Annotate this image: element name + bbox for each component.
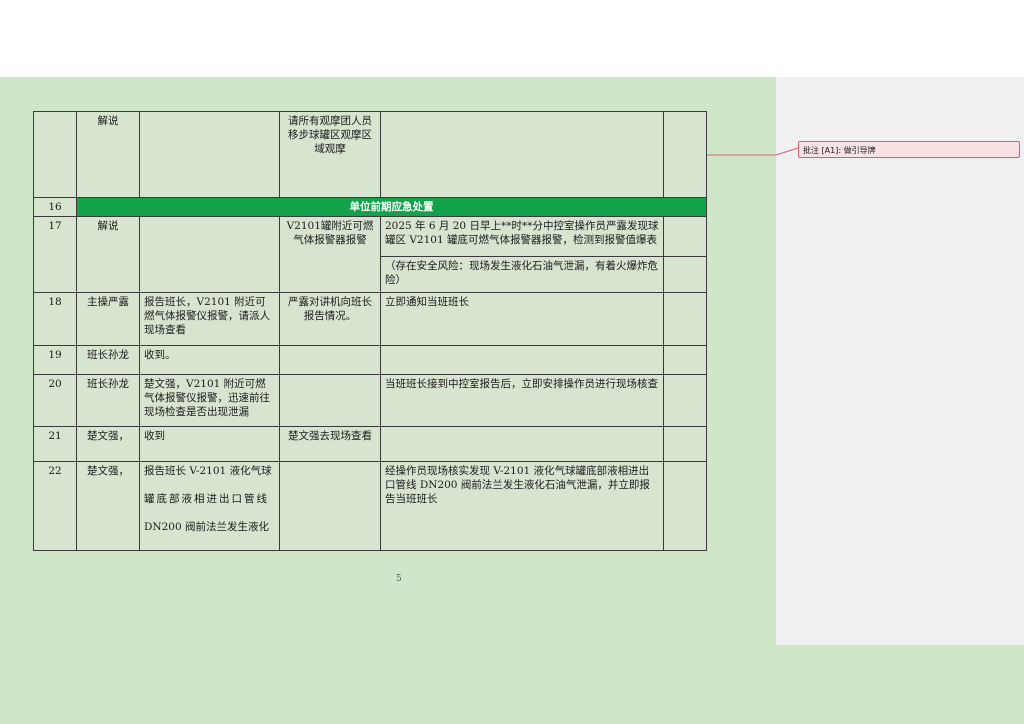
remark-cell — [663, 461, 707, 551]
remark-cell — [663, 374, 707, 427]
action-cell — [279, 345, 381, 375]
table-row: 18 主操严露 报告班长，V2101 附近可燃气体报警仪报警，请派人现场查看 严… — [33, 292, 707, 346]
action-cell: 楚文强去现场查看 — [279, 426, 381, 462]
row-number-cell: 18 — [33, 292, 77, 346]
description-cell — [380, 426, 664, 462]
dialogue-line: 罐底部液相进出口管线 — [144, 493, 269, 505]
row-number-cell: 20 — [33, 374, 77, 427]
table-row: 17 解说 V2101罐附近可燃气体报警器报警 2025 年 6 月 20 日早… — [33, 216, 707, 293]
role-cell: 楚文强， — [76, 426, 140, 462]
row-number-cell: 16 — [33, 197, 77, 217]
script-table: 解说 请所有观摩团人员移步球罐区观摩区域观摩 16 单位前期应急处置 17 解说… — [33, 111, 707, 551]
action-cell: 请所有观摩团人员移步球罐区观摩区域观摩 — [279, 111, 381, 198]
section-banner: 单位前期应急处置 — [76, 197, 707, 217]
remark-cell — [663, 292, 707, 346]
row-number-cell: 22 — [33, 461, 77, 551]
comment-text: 做引导牌 — [843, 146, 876, 155]
dialogue-cell: 报告班长 V-2101 液化气球 罐底部液相进出口管线 DN200 阀前法兰发生… — [139, 461, 280, 551]
action-cell: V2101罐附近可燃气体报警器报警 — [279, 216, 381, 293]
action-cell — [279, 461, 381, 551]
remark-cell — [663, 111, 707, 198]
table-row: 21 楚文强， 收到 楚文强去现场查看 — [33, 426, 707, 462]
dialogue-cell — [139, 111, 280, 198]
dialogue-cell: 收到 — [139, 426, 280, 462]
remark-cell — [663, 426, 707, 462]
description-cell: 2025 年 6 月 20 日早上**时**分中控室操作员严露发现球罐区 V21… — [380, 216, 664, 257]
role-cell: 楚文强， — [76, 461, 140, 551]
comment-pane — [776, 77, 1024, 645]
page-top-margin — [0, 0, 1024, 77]
dialogue-cell: 收到。 — [139, 345, 280, 375]
table-row: 解说 请所有观摩团人员移步球罐区观摩区域观摩 — [33, 111, 707, 198]
row-number-cell: 17 — [33, 216, 77, 293]
section-row: 16 单位前期应急处置 — [33, 197, 707, 217]
row-number-cell: 19 — [33, 345, 77, 375]
description-cell — [380, 345, 664, 375]
remark-cell — [663, 256, 707, 293]
remark-cell — [663, 216, 707, 257]
role-cell: 解说 — [76, 111, 140, 198]
description-cell — [380, 111, 664, 198]
table-row: 19 班长孙龙 收到。 — [33, 345, 707, 375]
dialogue-cell — [139, 216, 280, 293]
description-cell: 当班班长接到中控室报告后，立即安排操作员进行现场核查 — [380, 374, 664, 427]
description-cell: （存在安全风险：现场发生液化石油气泄漏，有着火爆炸危险） — [380, 256, 664, 293]
role-cell: 主操严露 — [76, 292, 140, 346]
dialogue-line: DN200 阀前法兰发生液化 — [144, 521, 269, 533]
description-cell: 经操作员现场核实发现 V-2101 液化气球罐底部液相进出口管线 DN200 阀… — [380, 461, 664, 551]
remark-cell — [663, 345, 707, 375]
comment-label: 批注 [A1]: — [803, 146, 842, 155]
dialogue-line: 报告班长 V-2101 液化气球 — [144, 465, 272, 477]
dialogue-cell: 楚文强，V2101 附近可燃气体报警仪报警，迅速前往现场检查是否出现泄漏 — [139, 374, 280, 427]
comment-balloon[interactable]: 批注 [A1]: 做引导牌 — [798, 141, 1020, 158]
table-row: 20 班长孙龙 楚文强，V2101 附近可燃气体报警仪报警，迅速前往现场检查是否… — [33, 374, 707, 427]
table-row: 22 楚文强， 报告班长 V-2101 液化气球 罐底部液相进出口管线 DN20… — [33, 461, 707, 551]
role-cell: 班长孙龙 — [76, 345, 140, 375]
description-cell: 立即通知当班班长 — [380, 292, 664, 346]
role-cell: 班长孙龙 — [76, 374, 140, 427]
role-cell: 解说 — [76, 216, 140, 293]
row-number-cell — [33, 111, 77, 198]
row-number-cell: 21 — [33, 426, 77, 462]
dialogue-cell: 报告班长，V2101 附近可燃气体报警仪报警，请派人现场查看 — [139, 292, 280, 346]
action-cell — [279, 374, 381, 427]
page-number: 5 — [396, 574, 402, 584]
action-cell: 严露对讲机向班长报告情况。 — [279, 292, 381, 346]
